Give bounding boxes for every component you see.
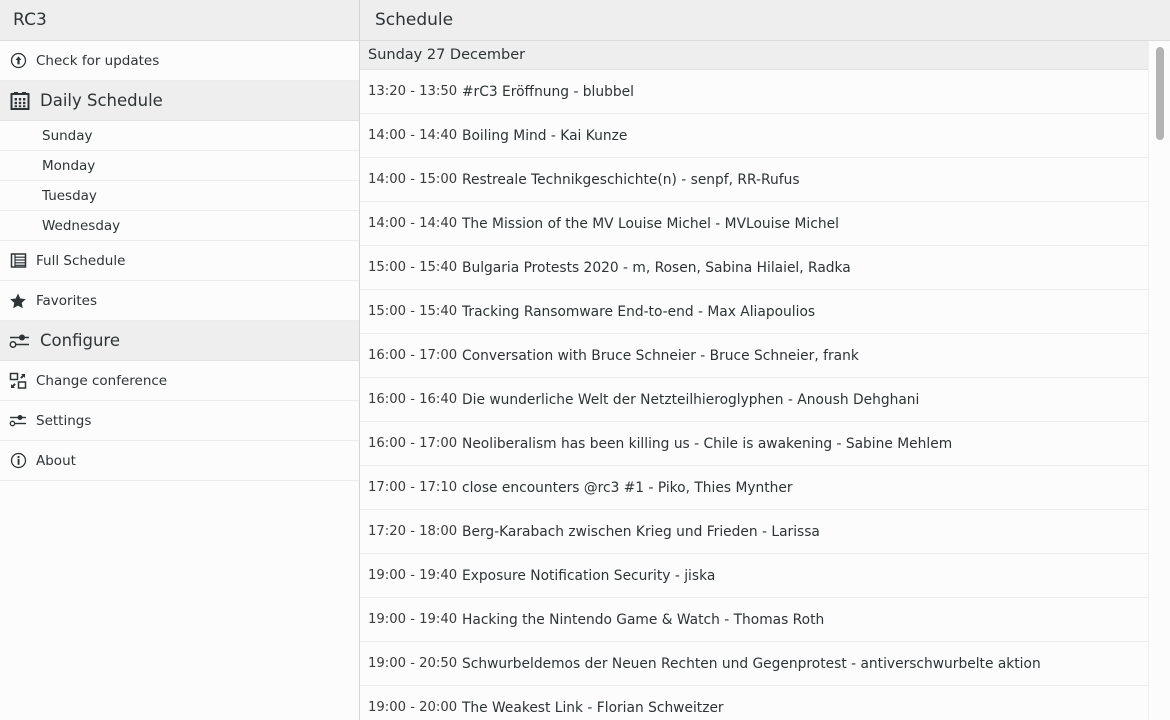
event-time: 14:00 - 15:00 <box>368 172 462 187</box>
application-window: RC3 Check for updates <box>0 0 1170 720</box>
sidebar-item-label: Favorites <box>36 293 97 309</box>
event-title: Berg-Karabach zwischen Krieg und Frieden… <box>462 524 820 540</box>
event-title: Boiling Mind - Kai Kunze <box>462 128 627 144</box>
event-title: Restreale Technikgeschichte(n) - senpf, … <box>462 172 800 188</box>
schedule-row[interactable]: 14:00 - 14:40The Mission of the MV Louis… <box>360 202 1148 246</box>
event-time: 14:00 - 14:40 <box>368 216 462 231</box>
sidebar-item-label: Tuesday <box>0 188 97 204</box>
event-title: Tracking Ransomware End-to-end - Max Ali… <box>462 304 815 320</box>
schedule-row[interactable]: 19:00 - 20:00The Weakest Link - Florian … <box>360 686 1148 720</box>
event-title: Conversation with Bruce Schneier - Bruce… <box>462 348 859 364</box>
swap-squares-icon <box>0 372 36 390</box>
schedule-row[interactable]: 15:00 - 15:40Tracking Ransomware End-to-… <box>360 290 1148 334</box>
event-title: Die wunderliche Welt der Netzteilhierogl… <box>462 392 919 408</box>
event-time: 14:00 - 14:40 <box>368 128 462 143</box>
sidebar-item-label: About <box>36 453 76 469</box>
sidebar-item-wednesday[interactable]: Wednesday <box>0 211 359 241</box>
sidebar-item-label: Check for updates <box>36 53 159 69</box>
schedule-row[interactable]: 15:00 - 15:40Bulgaria Protests 2020 - m,… <box>360 246 1148 290</box>
sidebar-item-tuesday[interactable]: Tuesday <box>0 181 359 211</box>
sidebar-item-label: Configure <box>40 331 120 350</box>
sliders-icon <box>0 331 40 351</box>
sidebar-item-check-for-updates[interactable]: Check for updates <box>0 41 359 81</box>
calendar-icon <box>0 90 40 112</box>
event-title: Neoliberalism has been killing us - Chil… <box>462 436 952 452</box>
sidebar-item-label: Sunday <box>0 128 93 144</box>
main-panel: Schedule Sunday 27 December 13:20 - 13:5… <box>360 0 1170 720</box>
schedule-row[interactable]: 17:00 - 17:10close encounters @rc3 #1 - … <box>360 466 1148 510</box>
event-title: Schwurbeldemos der Neuen Rechten und Geg… <box>462 656 1041 672</box>
app-title: RC3 <box>13 10 47 30</box>
schedule-row[interactable]: 16:00 - 16:40Die wunderliche Welt der Ne… <box>360 378 1148 422</box>
event-title: #rC3 Eröffnung - blubbel <box>462 84 634 100</box>
event-time: 15:00 - 15:40 <box>368 260 462 275</box>
star-icon <box>0 292 36 310</box>
schedule-row[interactable]: 14:00 - 15:00Restreale Technikgeschichte… <box>360 158 1148 202</box>
info-circle-icon <box>0 452 36 469</box>
sliders-icon <box>0 412 36 429</box>
event-title: Bulgaria Protests 2020 - m, Rosen, Sabin… <box>462 260 851 276</box>
sidebar-item-change-conference[interactable]: Change conference <box>0 361 359 401</box>
sidebar-empty-area <box>0 481 359 720</box>
schedule-row[interactable]: 13:20 - 13:50#rC3 Eröffnung - blubbel <box>360 70 1148 114</box>
schedule-list[interactable]: Sunday 27 December 13:20 - 13:50#rC3 Erö… <box>360 41 1148 720</box>
schedule-row[interactable]: 19:00 - 20:50Schwurbeldemos der Neuen Re… <box>360 642 1148 686</box>
sidebar-item-label: Daily Schedule <box>40 91 163 110</box>
event-title: The Weakest Link - Florian Schweitzer <box>462 700 724 716</box>
sidebar-item-configure[interactable]: Configure <box>0 321 359 361</box>
event-time: 19:00 - 20:50 <box>368 656 462 671</box>
event-time: 16:00 - 16:40 <box>368 392 462 407</box>
event-time: 16:00 - 17:00 <box>368 436 462 451</box>
schedule-row[interactable]: 17:20 - 18:00Berg-Karabach zwischen Krie… <box>360 510 1148 554</box>
schedule-row[interactable]: 19:00 - 19:40Exposure Notification Secur… <box>360 554 1148 598</box>
sidebar-item-label: Monday <box>0 158 95 174</box>
schedule-list-container: Sunday 27 December 13:20 - 13:50#rC3 Erö… <box>360 41 1170 720</box>
event-time: 17:20 - 18:00 <box>368 524 462 539</box>
sidebar-item-label: Settings <box>36 413 91 429</box>
sidebar-item-about[interactable]: About <box>0 441 359 481</box>
schedule-row[interactable]: 16:00 - 17:00Conversation with Bruce Sch… <box>360 334 1148 378</box>
event-title: close encounters @rc3 #1 - Piko, Thies M… <box>462 480 793 496</box>
sidebar: RC3 Check for updates <box>0 0 360 720</box>
list-icon <box>0 252 36 269</box>
page-title: Schedule <box>375 10 453 30</box>
sidebar-item-full-schedule[interactable]: Full Schedule <box>0 241 359 281</box>
sidebar-item-favorites[interactable]: Favorites <box>0 281 359 321</box>
sidebar-item-sunday[interactable]: Sunday <box>0 121 359 151</box>
event-title: Hacking the Nintendo Game & Watch - Thom… <box>462 612 824 628</box>
sidebar-item-label: Change conference <box>36 373 167 389</box>
event-time: 19:00 - 19:40 <box>368 612 462 627</box>
event-time: 13:20 - 13:50 <box>368 84 462 99</box>
sidebar-item-daily-schedule[interactable]: Daily Schedule <box>0 81 359 121</box>
main-header: Schedule <box>360 0 1170 41</box>
schedule-row[interactable]: 16:00 - 17:00Neoliberalism has been kill… <box>360 422 1148 466</box>
update-arrow-circle-icon <box>0 52 36 69</box>
schedule-row[interactable]: 14:00 - 14:40Boiling Mind - Kai Kunze <box>360 114 1148 158</box>
sidebar-item-settings[interactable]: Settings <box>0 401 359 441</box>
event-time: 16:00 - 17:00 <box>368 348 462 363</box>
scrollbar-thumb[interactable] <box>1156 47 1164 140</box>
sidebar-item-monday[interactable]: Monday <box>0 151 359 181</box>
event-time: 17:00 - 17:10 <box>368 480 462 495</box>
event-time: 15:00 - 15:40 <box>368 304 462 319</box>
event-title: Exposure Notification Security - jiska <box>462 568 715 584</box>
sidebar-item-label: Full Schedule <box>36 253 125 269</box>
day-header: Sunday 27 December <box>360 41 1148 70</box>
event-time: 19:00 - 20:00 <box>368 700 462 715</box>
schedule-row[interactable]: 19:00 - 19:40Hacking the Nintendo Game &… <box>360 598 1148 642</box>
event-title: The Mission of the MV Louise Michel - MV… <box>462 216 839 232</box>
vertical-scrollbar[interactable] <box>1148 41 1170 720</box>
event-time: 19:00 - 19:40 <box>368 568 462 583</box>
sidebar-header: RC3 <box>0 0 359 41</box>
sidebar-item-label: Wednesday <box>0 218 120 234</box>
